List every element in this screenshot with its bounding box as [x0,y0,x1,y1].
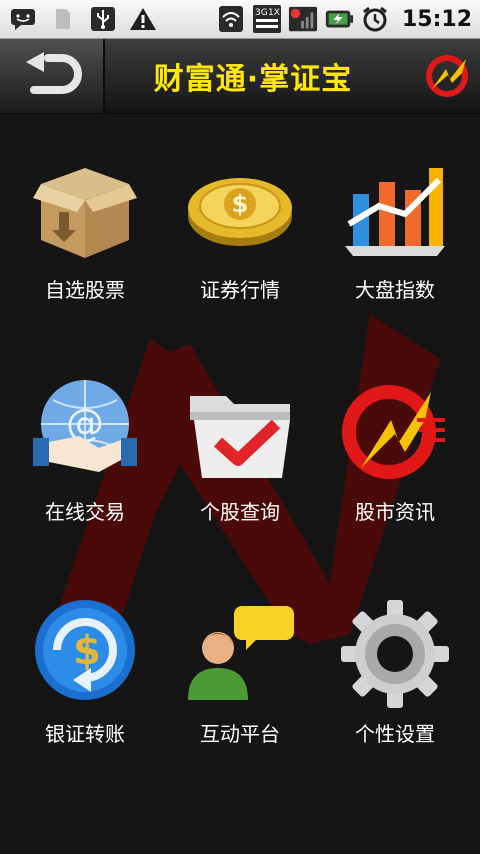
chat-person-icon [188,606,294,700]
menu-item-label: 大盘指数 [355,278,435,302]
menu-item-online-trading[interactable]: @ 在线交易 [5,376,165,556]
menu-item-watchlist[interactable]: 自选股票 [5,154,165,334]
wifi-icon [216,5,246,33]
menu-item-settings[interactable]: 个性设置 [315,598,475,778]
menu-item-label: 证券行情 [200,278,280,302]
transfer-coin-icon: $ [35,600,135,700]
svg-text:1X: 1X [268,8,280,18]
svg-text:$: $ [73,628,101,674]
handshake-globe-icon: @ [33,380,137,472]
gold-coin-icon: $ [188,178,292,246]
menu-item-market-index[interactable]: 大盘指数 [315,154,475,334]
box-icon [33,168,137,258]
menu-item-bank-transfer[interactable]: $ 银证转账 [5,598,165,778]
bar-chart-icon [345,168,445,256]
warning-icon [128,5,158,33]
menu-item-label: 在线交易 [45,500,125,524]
back-button[interactable] [0,39,105,113]
message-icon [8,5,38,33]
menu-item-interactive-platform[interactable]: 互动平台 [160,598,320,778]
menu-item-label: 股市资讯 [355,500,435,524]
sd-card-icon [48,5,78,33]
battery-charging-icon [324,5,354,33]
svg-text:3G: 3G [255,8,268,18]
news-logo-icon [342,385,445,479]
signal-icon [288,5,318,33]
main-menu: 自选股票 $ 证券行情 大盘指数 @ 在线交易 个股查询 股市资讯 $ 银证转账… [0,114,480,854]
svg-text:$: $ [232,190,249,218]
menu-item-label: 互动平台 [200,722,280,746]
folder-check-icon [190,396,290,478]
menu-item-label: 个性设置 [355,722,435,746]
back-arrow-icon [25,52,82,94]
title-bar: 财富通·掌证宝 [0,39,480,114]
menu-item-quotes[interactable]: $ 证券行情 [160,154,320,334]
menu-item-label: 自选股票 [45,278,125,302]
menu-item-label: 个股查询 [200,500,280,524]
status-bar: 3G 1X 15:12 [0,0,480,39]
alarm-icon [360,5,390,33]
usb-icon [88,5,118,33]
app-logo-icon[interactable] [422,51,472,101]
network-3g-icon: 3G 1X [252,5,282,33]
menu-item-stock-lookup[interactable]: 个股查询 [160,376,320,556]
status-time: 15:12 [401,6,472,32]
menu-item-label: 银证转账 [45,722,125,746]
menu-item-stock-news[interactable]: 股市资讯 [315,376,475,556]
page-title: 财富通·掌证宝 [153,62,353,97]
gear-icon [341,600,449,708]
